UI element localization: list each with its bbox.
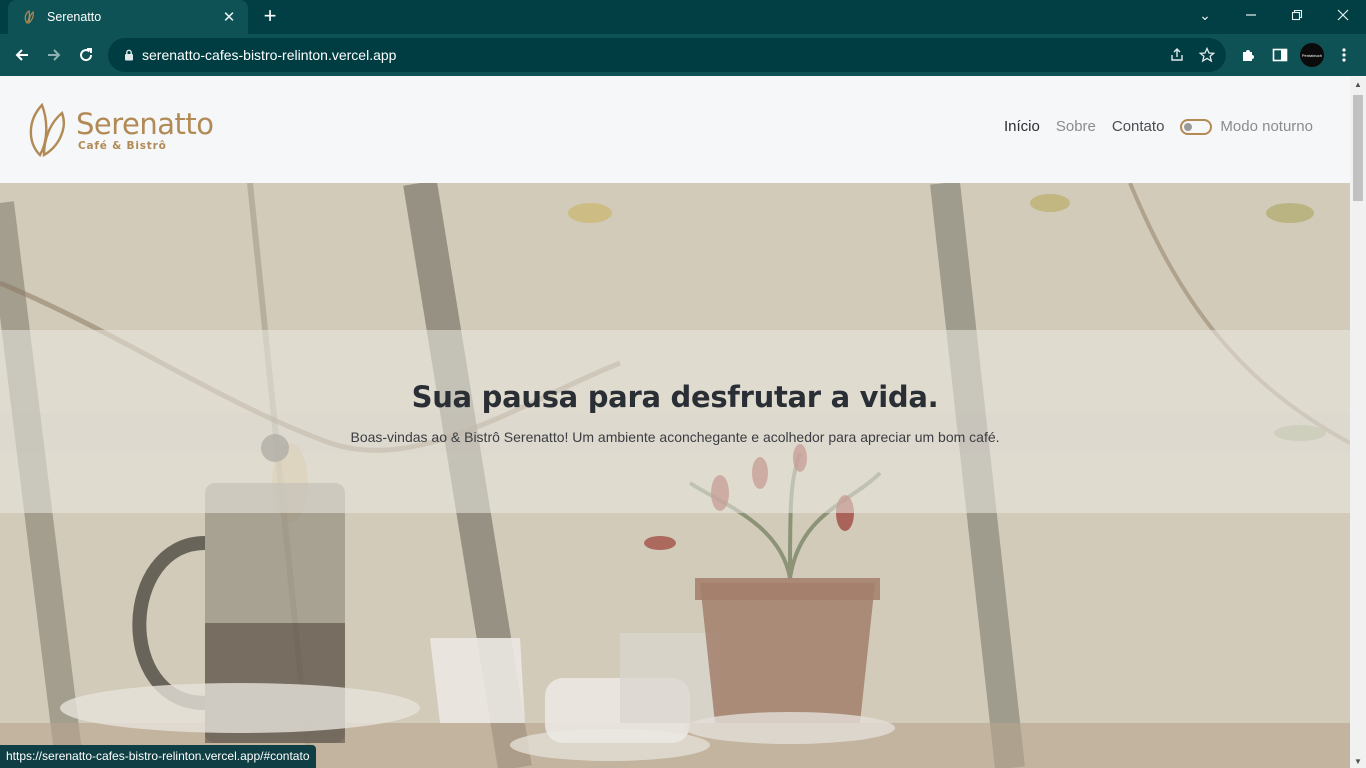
reload-icon	[80, 48, 93, 62]
hero-banner: Sua pausa para desfrutar a vida. Boas-vi…	[0, 183, 1350, 768]
site-header: Serenatto Café & Bistrô Início Sobre Con…	[0, 77, 1350, 183]
scrollbar-thumb[interactable]	[1353, 95, 1363, 201]
page-scrollbar[interactable]: ▲ ▼	[1350, 77, 1366, 768]
url-text[interactable]: serenatto-cafes-bistro-relinton.vercel.a…	[142, 47, 1162, 63]
brand-tagline: Café & Bistrô	[78, 140, 167, 152]
extensions-puzzle-icon[interactable]	[1234, 41, 1262, 69]
browser-title-bar: Serenatto ✕ + ⌄	[0, 0, 1366, 34]
scroll-up-arrow-icon[interactable]: ▲	[1350, 77, 1366, 91]
coffee-bean-logo-icon	[29, 103, 65, 157]
web-page: Serenatto Café & Bistrô Início Sobre Con…	[0, 77, 1350, 768]
new-tab-button[interactable]: +	[258, 5, 282, 29]
profile-avatar[interactable]: Pentateuch	[1300, 43, 1324, 67]
browser-toolbar: serenatto-cafes-bistro-relinton.vercel.a…	[0, 34, 1366, 76]
hero-subtitle: Boas-vindas ao & Bistrô Serenatto! Um am…	[350, 429, 1000, 445]
leaf-favicon-icon	[22, 9, 38, 25]
main-nav: Início Sobre Contato Modo noturno	[988, 118, 1313, 135]
close-window-button[interactable]	[1320, 0, 1366, 30]
lock-icon	[122, 48, 136, 62]
hero-title: Sua pausa para desfrutar a vida.	[411, 380, 939, 414]
restore-button[interactable]	[1274, 0, 1320, 30]
bookmark-star-icon[interactable]	[1192, 40, 1222, 70]
nav-link-sobre[interactable]: Sobre	[1056, 118, 1096, 135]
share-icon[interactable]	[1162, 40, 1192, 70]
tab-search-icon[interactable]: ⌄	[1182, 0, 1228, 30]
browser-tab[interactable]: Serenatto ✕	[8, 0, 248, 34]
brand-name: Serenatto	[76, 107, 214, 141]
back-arrow-icon	[15, 49, 28, 61]
dark-mode-label: Modo noturno	[1220, 118, 1313, 135]
dark-mode-toggle[interactable]	[1180, 118, 1213, 135]
toggle-knob	[1184, 122, 1193, 131]
forward-arrow-icon	[48, 49, 61, 61]
hero-text-band	[0, 330, 1350, 513]
forward-button[interactable]	[40, 41, 68, 69]
tab-title: Serenatto	[47, 10, 102, 24]
minimize-button[interactable]	[1228, 0, 1274, 30]
side-panel-icon[interactable]	[1266, 41, 1294, 69]
reload-button[interactable]	[72, 41, 100, 69]
back-button[interactable]	[8, 41, 36, 69]
tab-close-icon[interactable]: ✕	[220, 8, 238, 26]
browser-menu-icon[interactable]	[1330, 41, 1358, 69]
address-bar[interactable]: serenatto-cafes-bistro-relinton.vercel.a…	[108, 38, 1226, 72]
serenatto-logo[interactable]: Serenatto Café & Bistrô	[26, 103, 214, 157]
nav-link-contato[interactable]: Contato	[1112, 118, 1165, 135]
nav-link-inicio[interactable]: Início	[1004, 118, 1040, 135]
link-status-bar: https://serenatto-cafes-bistro-relinton.…	[0, 745, 316, 768]
scroll-down-arrow-icon[interactable]: ▼	[1350, 754, 1366, 768]
